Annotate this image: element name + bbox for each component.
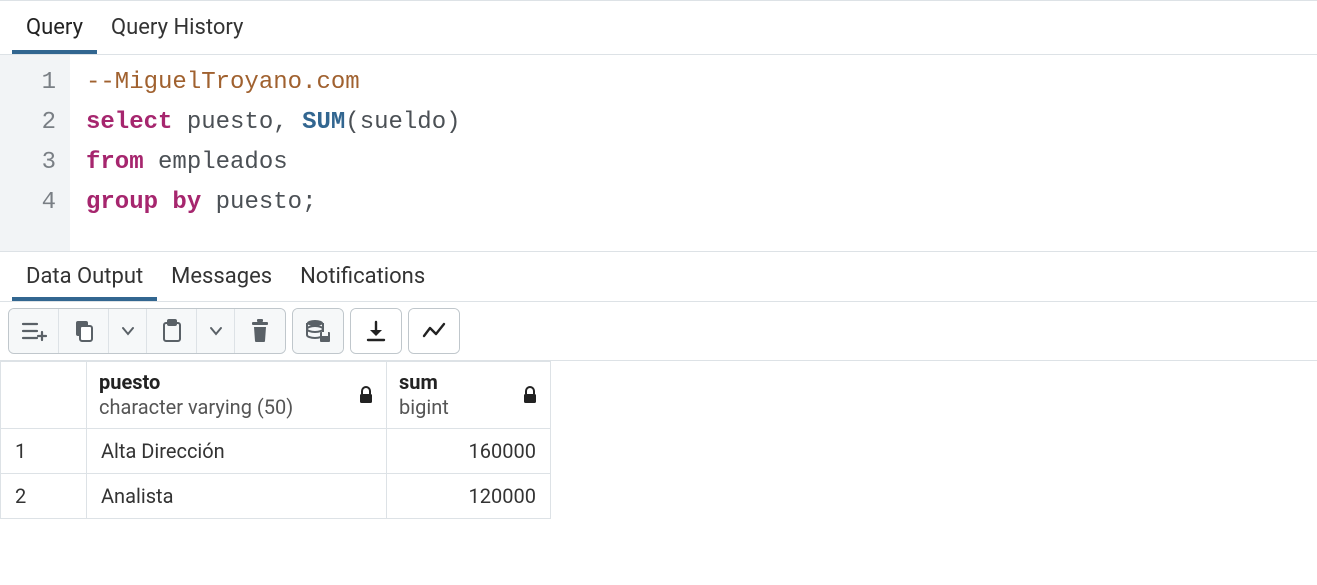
column-type: bigint [399, 395, 449, 420]
results-toolbar [0, 302, 1317, 361]
add-row-button[interactable] [9, 309, 59, 353]
line-number: 3 [18, 143, 56, 183]
tab-notifications[interactable]: Notifications [286, 254, 439, 301]
code-line[interactable]: from empleados [86, 143, 461, 183]
code-line[interactable]: group by puesto; [86, 183, 461, 223]
code-line[interactable]: select puesto, SUM(sueldo) [86, 103, 461, 143]
rownum-header[interactable] [1, 362, 87, 429]
trash-icon [250, 319, 270, 343]
column-header-sum[interactable]: sum bigint [387, 362, 551, 429]
results-table: puesto character varying (50) sum bigint [0, 361, 551, 519]
table-row[interactable]: 1Alta Dirección160000 [1, 429, 551, 474]
query-tool: Query Query History 1234 --MiguelTroyano… [0, 0, 1317, 519]
code-line[interactable]: --MiguelTroyano.com [86, 63, 461, 103]
cell[interactable]: 160000 [387, 429, 551, 474]
add-row-icon [21, 320, 47, 342]
tab-data-output[interactable]: Data Output [12, 254, 157, 301]
copy-dropdown-button[interactable] [109, 309, 147, 353]
tab-query[interactable]: Query [12, 3, 97, 54]
lock-icon [358, 386, 374, 404]
table-row[interactable]: 2Analista120000 [1, 474, 551, 519]
chevron-down-icon [121, 324, 135, 338]
delete-button[interactable] [235, 309, 285, 353]
column-name: sum [399, 370, 449, 395]
row-number[interactable]: 2 [1, 474, 87, 519]
download-icon [365, 320, 387, 342]
cell[interactable]: 120000 [387, 474, 551, 519]
graph-icon [422, 322, 446, 340]
line-number: 4 [18, 183, 56, 223]
column-name: puesto [99, 370, 293, 395]
paste-button[interactable] [147, 309, 197, 353]
row-number[interactable]: 1 [1, 429, 87, 474]
graph-button[interactable] [409, 309, 459, 353]
editor-tabs: Query Query History [0, 1, 1317, 55]
tab-query-history[interactable]: Query History [97, 3, 257, 54]
copy-icon [72, 319, 96, 343]
lock-icon [522, 386, 538, 404]
line-gutter: 1234 [0, 55, 70, 251]
output-tabs: Data Output Messages Notifications [0, 252, 1317, 302]
database-save-icon [305, 319, 331, 343]
column-type: character varying (50) [99, 395, 293, 420]
paste-icon [161, 319, 183, 343]
save-data-button[interactable] [293, 309, 343, 353]
cell[interactable]: Alta Dirección [87, 429, 387, 474]
download-button[interactable] [351, 309, 401, 353]
line-number: 2 [18, 103, 56, 143]
tab-messages[interactable]: Messages [157, 254, 286, 301]
line-number: 1 [18, 63, 56, 103]
cell[interactable]: Analista [87, 474, 387, 519]
copy-button[interactable] [59, 309, 109, 353]
chevron-down-icon [209, 324, 223, 338]
sql-editor[interactable]: 1234 --MiguelTroyano.comselect puesto, S… [0, 55, 1317, 252]
column-header-puesto[interactable]: puesto character varying (50) [87, 362, 387, 429]
code-area[interactable]: --MiguelTroyano.comselect puesto, SUM(su… [70, 55, 477, 251]
paste-dropdown-button[interactable] [197, 309, 235, 353]
